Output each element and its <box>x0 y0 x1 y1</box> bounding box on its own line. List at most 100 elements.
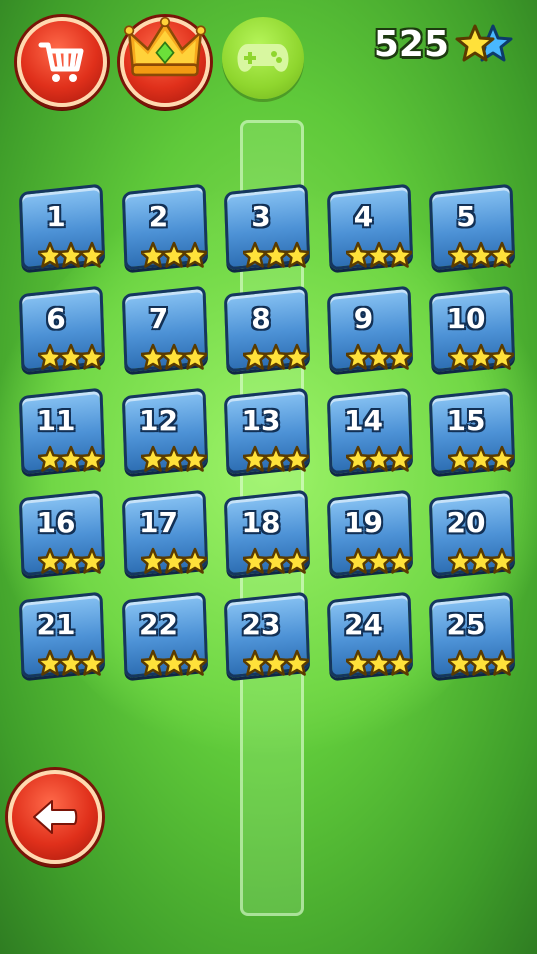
level-stars-icon <box>345 343 412 370</box>
star-icon <box>140 445 167 472</box>
star-icon <box>385 241 412 268</box>
star-icon <box>488 649 514 676</box>
star-icon <box>283 445 309 472</box>
level-number: 11 <box>36 404 76 437</box>
star-icon <box>262 343 290 370</box>
star-icon <box>57 241 85 268</box>
level-tile[interactable]: 24 <box>326 591 413 679</box>
star-icon <box>364 649 393 676</box>
star-icon <box>180 547 207 574</box>
level-number: 1 <box>46 200 66 233</box>
star-icon <box>385 547 412 574</box>
level-tile[interactable]: 11 <box>18 387 106 475</box>
star-icon <box>283 547 309 574</box>
level-tile[interactable]: 2 <box>121 183 208 271</box>
level-number: 16 <box>36 506 76 539</box>
level-number: 6 <box>46 302 66 335</box>
level-number: 3 <box>251 200 271 233</box>
level-stars-icon <box>243 343 309 370</box>
back-button[interactable] <box>8 770 102 864</box>
star-icon <box>57 445 85 472</box>
level-stars-icon <box>345 649 412 676</box>
level-number: 21 <box>36 608 76 641</box>
star-icon <box>467 445 495 472</box>
level-number: 12 <box>139 404 178 437</box>
level-tile[interactable]: 20 <box>428 489 516 577</box>
level-tile[interactable]: 12 <box>121 387 208 475</box>
star-icon <box>180 445 207 472</box>
level-stars-icon <box>38 445 104 472</box>
star-icon <box>364 241 393 268</box>
level-tile[interactable]: 8 <box>223 285 311 373</box>
level-number: 24 <box>344 608 383 641</box>
level-number: 5 <box>456 200 476 233</box>
level-tile[interactable]: 22 <box>121 591 208 679</box>
star-icon <box>345 445 372 472</box>
level-number: 18 <box>241 506 281 539</box>
star-icon <box>262 445 290 472</box>
level-tile[interactable]: 21 <box>18 591 106 679</box>
level-number: 7 <box>148 302 169 335</box>
shop-button[interactable] <box>17 17 107 107</box>
star-icon <box>283 343 309 370</box>
star-icon <box>283 649 309 676</box>
star-icon <box>385 649 412 676</box>
level-tile[interactable]: 5 <box>428 183 516 271</box>
star-icon <box>243 649 269 676</box>
level-tile[interactable]: 9 <box>326 285 413 373</box>
star-icon <box>448 343 474 370</box>
star-icon <box>467 241 495 268</box>
level-grid: 1 2 3 4 5 6 7 8 9 10 11 12 13 14 15 16 17 18 19 20 21 22 23 24 2… <box>18 183 518 679</box>
level-number: 14 <box>344 404 383 437</box>
level-stars-icon <box>243 547 309 574</box>
level-number: 20 <box>446 506 486 539</box>
level-tile[interactable]: 6 <box>18 285 106 373</box>
star-icon <box>467 343 495 370</box>
star-icon <box>262 649 290 676</box>
star-icon <box>78 649 104 676</box>
star-icon <box>364 547 393 574</box>
level-tile[interactable]: 19 <box>326 489 413 577</box>
star-icon <box>78 547 104 574</box>
star-icon <box>243 343 269 370</box>
star-icon <box>38 547 64 574</box>
level-tile[interactable]: 18 <box>223 489 311 577</box>
level-tile[interactable]: 7 <box>121 285 208 373</box>
level-tile[interactable]: 17 <box>121 489 208 577</box>
crown-button[interactable] <box>120 16 210 107</box>
star-icon <box>345 649 372 676</box>
level-stars-icon <box>345 547 412 574</box>
level-stars-icon <box>38 241 104 268</box>
level-tile[interactable]: 16 <box>18 489 106 577</box>
level-tile[interactable]: 15 <box>428 387 516 475</box>
stars-icon <box>455 24 513 62</box>
level-stars-icon <box>243 649 309 676</box>
level-tile[interactable]: 14 <box>326 387 413 475</box>
level-stars-icon <box>140 241 207 268</box>
star-icon <box>385 343 412 370</box>
level-number: 10 <box>446 302 486 335</box>
level-tile[interactable]: 4 <box>326 183 413 271</box>
level-tile[interactable]: 3 <box>223 183 311 271</box>
level-stars-icon <box>345 241 412 268</box>
star-icon <box>180 649 207 676</box>
level-tile[interactable]: 13 <box>223 387 311 475</box>
star-icon <box>159 547 188 574</box>
star-icon <box>38 241 64 268</box>
level-tile[interactable]: 1 <box>18 183 106 271</box>
star-icon <box>159 241 188 268</box>
level-stars-icon <box>448 649 514 676</box>
star-count: 525 <box>373 24 449 65</box>
star-icon <box>467 547 495 574</box>
level-number: 17 <box>139 506 178 539</box>
star-icon <box>78 343 104 370</box>
star-icon <box>159 343 188 370</box>
level-stars-icon <box>38 547 104 574</box>
level-number: 23 <box>241 608 281 641</box>
gamepad-button[interactable] <box>222 17 304 99</box>
level-tile[interactable]: 10 <box>428 285 516 373</box>
level-tile[interactable]: 23 <box>223 591 311 679</box>
level-tile[interactable]: 25 <box>428 591 516 679</box>
star-icon <box>448 547 474 574</box>
level-number: 25 <box>446 608 486 641</box>
